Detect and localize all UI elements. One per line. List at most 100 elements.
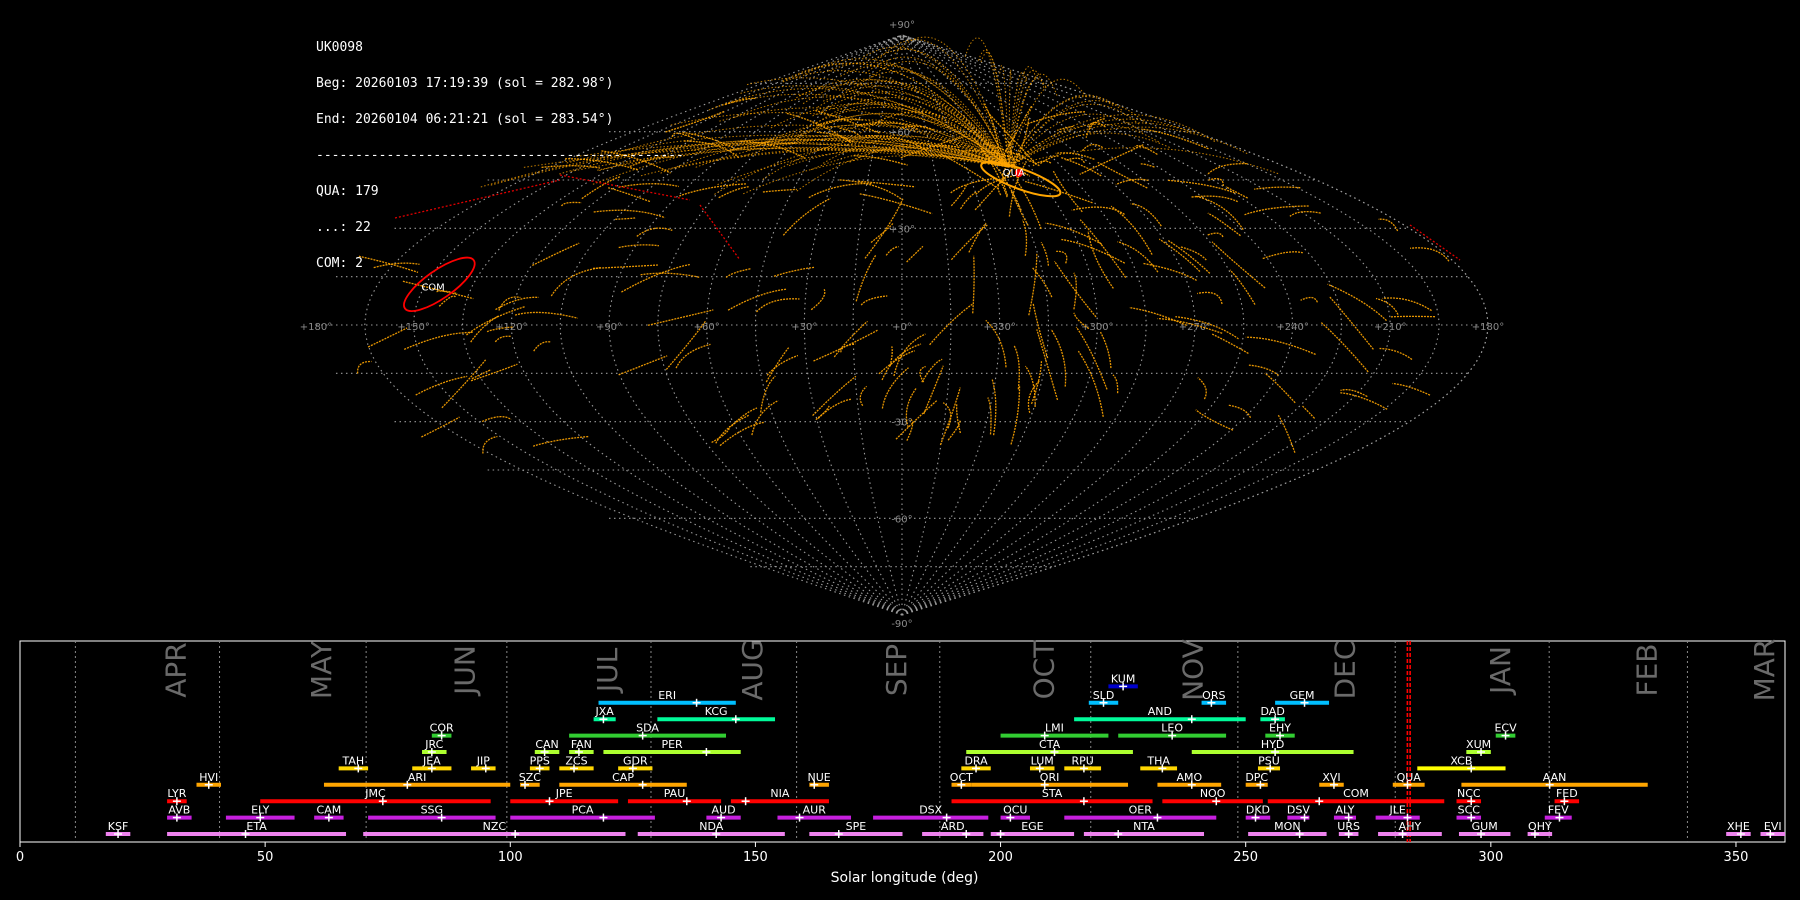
shower-label: ELY bbox=[251, 804, 270, 817]
shower-sta: STA bbox=[951, 787, 1153, 806]
shower-label: RPU bbox=[1072, 754, 1094, 767]
shower-label: JEA bbox=[422, 754, 441, 767]
shower-label: OER bbox=[1129, 804, 1153, 817]
meteor-track bbox=[756, 298, 800, 313]
shower-dkd: DKD bbox=[1245, 804, 1271, 822]
shower-label: XUM bbox=[1466, 738, 1491, 751]
meteor-track bbox=[1327, 283, 1387, 322]
shower-label: LUM bbox=[1031, 754, 1054, 767]
end-time: End: 20260104 06:21:21 (sol = 283.54°) bbox=[316, 112, 614, 127]
meteor-track bbox=[1013, 345, 1020, 390]
shower-dad: DAD bbox=[1260, 705, 1285, 724]
meteor-track bbox=[972, 255, 975, 314]
meteor-track bbox=[878, 350, 915, 375]
meteor-track bbox=[1142, 262, 1197, 281]
shower-lyr: LYR bbox=[167, 787, 187, 806]
meteor-track bbox=[1289, 210, 1321, 217]
shower-label: SPE bbox=[846, 820, 867, 833]
shower-cta: CTA bbox=[966, 738, 1133, 756]
meteor-track bbox=[833, 320, 868, 358]
lon-label: +240° bbox=[1276, 322, 1308, 333]
shower-psu: PSU bbox=[1257, 754, 1281, 773]
observation-info: UK0098 Beg: 20260103 17:19:39 (sol = 282… bbox=[316, 18, 684, 282]
shower-label: XVI bbox=[1322, 771, 1340, 784]
shower-label: ERI bbox=[658, 689, 676, 702]
info-separator: ----------------------------------------… bbox=[316, 148, 684, 163]
shower-amo: AMO bbox=[1157, 771, 1222, 789]
meteor-track bbox=[813, 329, 879, 362]
shower-nue: NUE bbox=[808, 771, 831, 789]
meteor-track bbox=[839, 127, 862, 138]
shower-label: EHY bbox=[1269, 722, 1291, 735]
month-label: OCT bbox=[1027, 640, 1060, 700]
shower-aan: AAN bbox=[1461, 771, 1648, 789]
meteor-track bbox=[855, 254, 877, 302]
shower-nta: NTA bbox=[1083, 820, 1205, 838]
shower-label: AVB bbox=[168, 804, 190, 817]
count-qua: QUA: 179 bbox=[316, 184, 379, 199]
station-id: UK0098 bbox=[316, 40, 363, 55]
shower-label: STA bbox=[1042, 787, 1063, 800]
lon-label: +210° bbox=[1374, 322, 1406, 333]
shower-pca: PCA bbox=[510, 804, 655, 822]
meteor-track bbox=[357, 360, 372, 374]
meteor-track bbox=[1008, 69, 1045, 168]
meteor-track bbox=[1167, 179, 1235, 194]
shower-label: SLD bbox=[1093, 689, 1115, 702]
shower-jip: JIP bbox=[471, 754, 496, 773]
meteor-track bbox=[1197, 377, 1207, 400]
shower-label: ECV bbox=[1494, 722, 1517, 735]
shower-nzc: NZC bbox=[363, 820, 626, 838]
x-tick-label: 50 bbox=[257, 850, 274, 865]
shower-label: DRA bbox=[964, 754, 988, 767]
meteor-track bbox=[533, 341, 552, 352]
shower-xum: XUM bbox=[1466, 738, 1491, 756]
shower-label: HYD bbox=[1261, 738, 1284, 751]
lon-label: +0° bbox=[892, 322, 912, 333]
shower-label: TAH bbox=[342, 754, 365, 767]
shower-spe: SPE bbox=[809, 820, 903, 838]
shower-gum: GUM bbox=[1458, 820, 1511, 838]
shower-xhe: XHE bbox=[1726, 820, 1751, 838]
shower-dpc: DPC bbox=[1245, 771, 1268, 789]
com-trail bbox=[699, 204, 741, 261]
month-label: JAN bbox=[1484, 646, 1517, 696]
shower-label: QUA bbox=[1397, 771, 1422, 784]
meteor-track bbox=[1099, 331, 1112, 369]
meteor-track bbox=[968, 222, 987, 253]
shower-label: HVI bbox=[199, 771, 218, 784]
meteor-track bbox=[1254, 186, 1301, 190]
shower-label: SZC bbox=[519, 771, 542, 784]
shower-label: SCC bbox=[1458, 804, 1481, 817]
meteor-track bbox=[1392, 382, 1431, 396]
shower-label: LEO bbox=[1161, 722, 1183, 735]
shower-xcb: XCB bbox=[1417, 754, 1506, 773]
x-tick-label: 100 bbox=[498, 850, 523, 865]
shower-jrc: JRC bbox=[422, 738, 447, 756]
meteor-track bbox=[494, 335, 512, 343]
shower-mon: MON bbox=[1248, 820, 1327, 838]
meteor-track bbox=[1320, 321, 1369, 373]
lon-label: +150° bbox=[397, 322, 429, 333]
shower-label: GEM bbox=[1290, 689, 1315, 702]
shower-oer: OER bbox=[1064, 804, 1217, 822]
meteor-chart: +180° +150° +120° +90° +60° +30° +0° +330° +300°… bbox=[16, 20, 1786, 886]
meteor-track bbox=[1301, 405, 1316, 419]
shower-label: DKD bbox=[1246, 804, 1270, 817]
meteor-track bbox=[438, 295, 457, 307]
shower-rpu: RPU bbox=[1064, 754, 1102, 773]
shower-sld: SLD bbox=[1088, 689, 1119, 707]
shower-ahy: AHY bbox=[1378, 820, 1442, 838]
meteor-track bbox=[1016, 181, 1042, 230]
count-sporadic: ...: 22 bbox=[316, 220, 371, 235]
shower-eta: ETA bbox=[167, 820, 347, 838]
meteor-track bbox=[482, 435, 498, 454]
shower-label: SDA bbox=[636, 722, 659, 735]
shower-per: PER bbox=[603, 738, 741, 756]
meteor-track bbox=[1079, 219, 1127, 278]
shower-label: AND bbox=[1148, 705, 1172, 718]
meteor-track bbox=[1053, 260, 1097, 318]
shower-jpe: JPE bbox=[510, 787, 619, 806]
meteor-track bbox=[1197, 291, 1223, 305]
shower-ohy: OHY bbox=[1527, 820, 1553, 838]
